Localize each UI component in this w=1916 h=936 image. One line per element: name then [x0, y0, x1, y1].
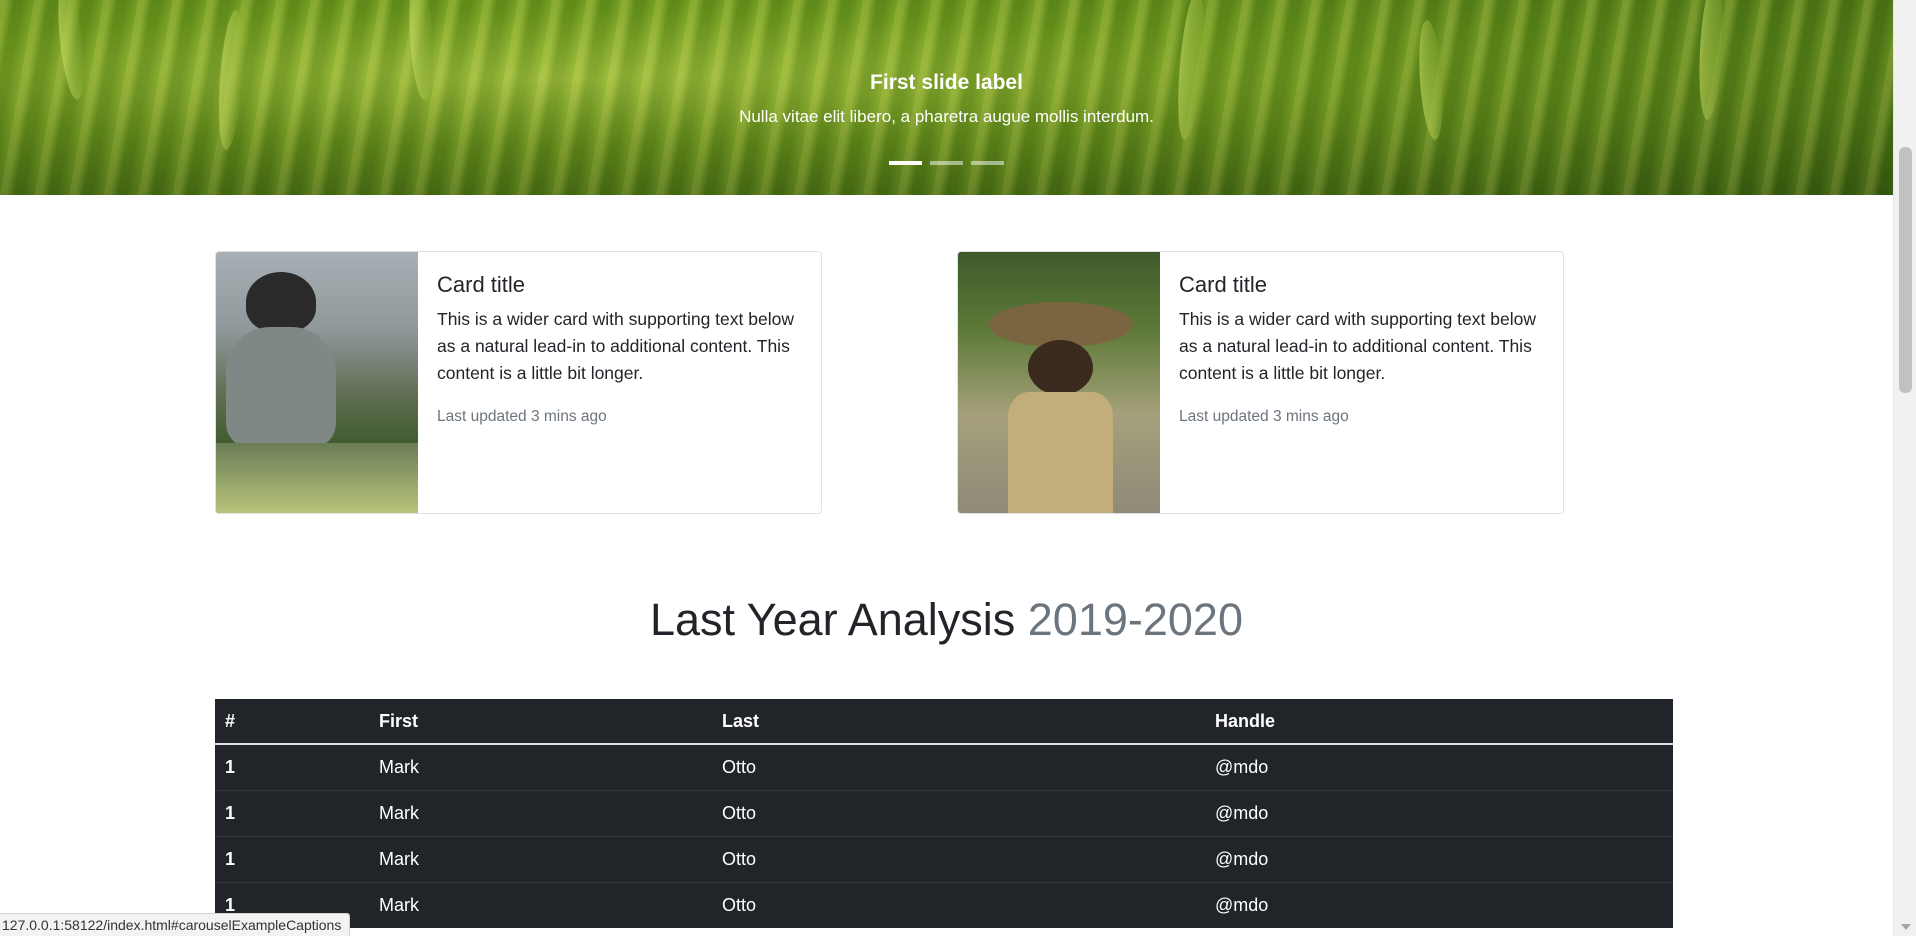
- table-header-row: # First Last Handle: [215, 699, 1673, 745]
- table-cell-handle: @mdo: [1205, 835, 1673, 882]
- carousel-indicator-2[interactable]: [930, 161, 963, 165]
- table-cell-index: 1: [215, 835, 369, 882]
- table-cell-handle: @mdo: [1205, 789, 1673, 836]
- table-cell-first: Mark: [369, 835, 712, 882]
- table-header-index: #: [215, 699, 369, 745]
- card-image-man-with-hat: [958, 252, 1160, 513]
- table-row: 1 Mark Otto @mdo: [215, 881, 1673, 928]
- card-updated: Last updated 3 mins ago: [1179, 408, 1349, 425]
- table-header-first: First: [369, 699, 712, 745]
- carousel-caption-title: First slide label: [870, 71, 1023, 94]
- table-cell-last: Otto: [712, 743, 1205, 790]
- table-cell-last: Otto: [712, 789, 1205, 836]
- page-scrollbar[interactable]: [1893, 0, 1916, 936]
- table-row: 1 Mark Otto @mdo: [215, 789, 1673, 836]
- analysis-table: # First Last Handle 1 Mark Otto @mdo 1 M…: [215, 699, 1673, 928]
- card: Card title This is a wider card with sup…: [957, 251, 1564, 514]
- carousel-indicator-1[interactable]: [889, 161, 922, 165]
- table-row: 1 Mark Otto @mdo: [215, 835, 1673, 882]
- link-status-bar: 127.0.0.1:58122/index.html#carouselExamp…: [0, 913, 351, 936]
- table-row: 1 Mark Otto @mdo: [215, 743, 1673, 790]
- table-cell-last: Otto: [712, 835, 1205, 882]
- card-text: This is a wider card with supporting tex…: [1179, 309, 1536, 383]
- table-cell-index: 1: [215, 743, 369, 790]
- card-body: Card title This is a wider card with sup…: [418, 252, 821, 513]
- farmer-body-decor: [226, 327, 336, 447]
- carousel-caption-text: Nulla vitae elit libero, a pharetra augu…: [739, 107, 1154, 126]
- card-title: Card title: [437, 272, 526, 297]
- analysis-table-container: # First Last Handle 1 Mark Otto @mdo 1 M…: [215, 699, 1673, 928]
- table-cell-last: Otto: [712, 881, 1205, 928]
- table-cell-first: Mark: [369, 881, 712, 928]
- card-text: This is a wider card with supporting tex…: [437, 309, 794, 383]
- farmer-head-decor: [246, 272, 316, 332]
- card-updated: Last updated 3 mins ago: [437, 408, 607, 425]
- carousel-caption: First slide label Nulla vitae elit liber…: [0, 68, 1893, 132]
- card-title: Card title: [1179, 272, 1268, 297]
- table-header-handle: Handle: [1205, 699, 1673, 745]
- rice-field-decor: [216, 443, 418, 513]
- card-body: Card title This is a wider card with sup…: [1160, 252, 1563, 513]
- table-cell-handle: @mdo: [1205, 743, 1673, 790]
- table-cell-index: 1: [215, 789, 369, 836]
- carousel[interactable]: First slide label Nulla vitae elit liber…: [0, 0, 1893, 195]
- face-decor: [1028, 340, 1093, 395]
- table-header-last: Last: [712, 699, 1205, 745]
- table-cell-first: Mark: [369, 789, 712, 836]
- analysis-years: 2019-2020: [1027, 594, 1243, 645]
- table-cell-handle: @mdo: [1205, 881, 1673, 928]
- card-image-farmer: [216, 252, 418, 513]
- card: Card title This is a wider card with sup…: [215, 251, 822, 514]
- table-cell-first: Mark: [369, 743, 712, 790]
- analysis-title: Last Year Analysis: [650, 594, 1016, 645]
- carousel-indicators: [0, 161, 1893, 165]
- scrollbar-thumb[interactable]: [1899, 147, 1912, 393]
- shirt-decor: [1008, 392, 1113, 513]
- analysis-heading: Last Year Analysis 2019-2020: [0, 588, 1893, 652]
- scroll-down-arrow-icon[interactable]: [1901, 924, 1911, 930]
- carousel-indicator-3[interactable]: [971, 161, 1004, 165]
